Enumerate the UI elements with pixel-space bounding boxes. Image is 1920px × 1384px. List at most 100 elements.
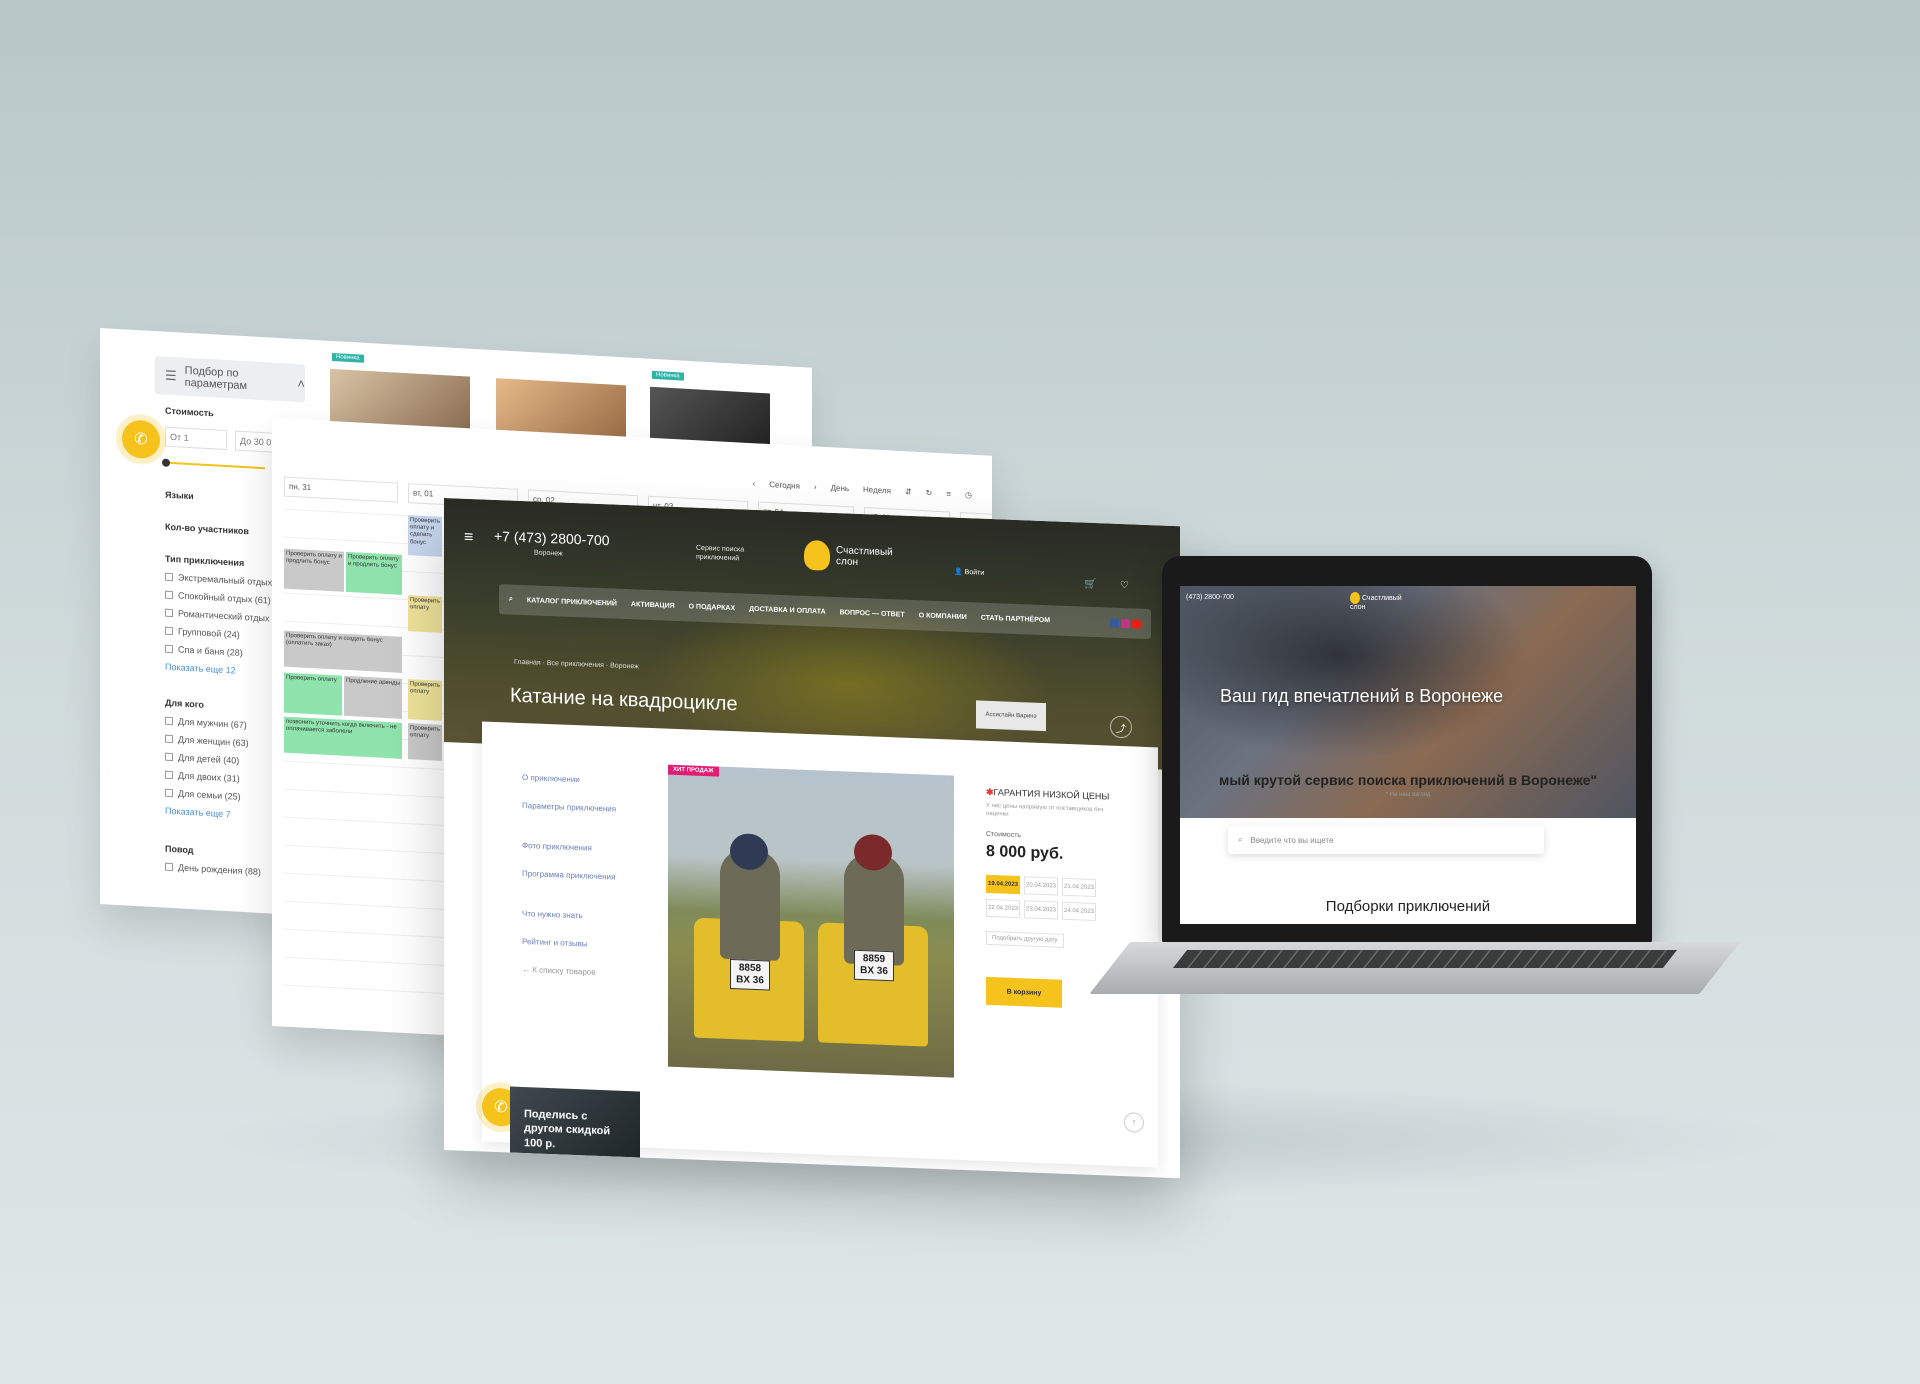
calendar-event[interactable]: Проверить оплату и сделать бонус bbox=[408, 515, 442, 557]
facebook-icon[interactable] bbox=[1110, 618, 1119, 628]
sidebar-item-about[interactable]: О приключении bbox=[522, 773, 622, 788]
type-checkbox[interactable]: Групповой (24) bbox=[165, 626, 240, 640]
pick-date-button[interactable]: Подобрать другую дату bbox=[986, 930, 1064, 948]
sort-icon[interactable]: ⇵ bbox=[905, 487, 912, 496]
week-view-button[interactable]: Неделя bbox=[863, 485, 891, 495]
type-checkbox[interactable]: Спокойный отдых (61) bbox=[165, 590, 271, 606]
next-icon[interactable]: › bbox=[814, 482, 817, 491]
share-icon[interactable]: ⤴ bbox=[1110, 715, 1132, 739]
calendar-event[interactable]: Проверить оплату bbox=[408, 723, 442, 761]
nav-faq[interactable]: ВОПРОС — ОТВЕТ bbox=[840, 609, 905, 618]
secondary-button[interactable]: Ассистайн Варинэ bbox=[976, 700, 1046, 732]
product-page: ≡ +7 (473) 2800-700 Воронеж Сервис поиск… bbox=[444, 498, 1180, 1179]
referral-promo[interactable]: Поделись с другом скидкой 100 р. bbox=[510, 1086, 640, 1158]
site-logo[interactable]: Счастливый слон bbox=[804, 539, 906, 574]
show-more-types-link[interactable]: Показать еще 12 bbox=[165, 662, 236, 676]
type-checkbox[interactable]: Спа и баня (28) bbox=[165, 644, 243, 658]
for-whom-checkbox[interactable]: Для детей (40) bbox=[165, 752, 239, 766]
calendar-event[interactable]: Проверить оплату bbox=[408, 679, 442, 721]
nav-gifts[interactable]: О ПОДАРКАХ bbox=[689, 603, 735, 612]
calendar-event[interactable]: Проверить оплату и продлить бонус bbox=[346, 551, 402, 595]
list-icon[interactable]: ≡ bbox=[946, 489, 951, 498]
sidebar-item-photo[interactable]: Фото приключения bbox=[522, 841, 622, 856]
laptop-note: * На наш взгляд bbox=[1385, 792, 1431, 798]
for-whom-checkbox[interactable]: Для мужчин (67) bbox=[165, 716, 247, 730]
clock-icon[interactable]: ◷ bbox=[965, 490, 972, 499]
calendar-toolbar: ‹ Сегодня › День Неделя ⇵ ↻ ≡ ◷ bbox=[753, 479, 972, 500]
calendar-event[interactable]: Проверить оплату bbox=[408, 595, 442, 633]
service-tagline: Сервис поиска приключений bbox=[696, 544, 745, 563]
calendar-event[interactable]: Продление аренды bbox=[344, 675, 402, 719]
date-option[interactable]: 20.04.2023 bbox=[1024, 876, 1058, 896]
login-link[interactable]: 👤 Войти bbox=[954, 568, 984, 577]
filter-header-label: Подбор по параметрам bbox=[184, 364, 248, 393]
laptop-screen: (473) 2800-700 Счастливый слон Ваш гид в… bbox=[1180, 586, 1636, 924]
nav-activation[interactable]: АКТИВАЦИЯ bbox=[631, 601, 675, 610]
refresh-icon[interactable]: ↻ bbox=[926, 488, 933, 497]
date-option-selected[interactable]: 19.04.2023 bbox=[986, 874, 1020, 895]
cart-icon[interactable]: 🛒 bbox=[1084, 579, 1096, 590]
scroll-top-icon[interactable]: ↑ bbox=[1124, 1112, 1144, 1133]
for-whom-checkbox[interactable]: Для женщин (63) bbox=[165, 734, 249, 748]
nav-about[interactable]: О КОМПАНИИ bbox=[919, 612, 967, 621]
laptop-keyboard bbox=[1172, 950, 1678, 968]
date-option[interactable]: 24.04.2023 bbox=[1062, 901, 1096, 922]
cost-slider[interactable] bbox=[165, 461, 265, 470]
favorite-icon[interactable]: ♡ bbox=[942, 779, 950, 790]
sliders-icon: ☰ bbox=[165, 367, 177, 384]
sidebar-item-know[interactable]: Что нужно знать bbox=[522, 909, 622, 924]
show-more-for-whom-link[interactable]: Показать еще 7 bbox=[165, 806, 231, 820]
today-button[interactable]: Сегодня bbox=[769, 480, 800, 491]
city-selector[interactable]: Воронеж bbox=[534, 549, 563, 557]
new-badge: Новинка bbox=[332, 352, 364, 363]
user-icon: 👤 bbox=[954, 568, 965, 577]
phone-icon: ✆ bbox=[494, 1098, 508, 1117]
laptop-search-bar[interactable]: ⌕ Введите что вы ищете bbox=[1228, 826, 1544, 854]
date-option[interactable]: 22.04.2023 bbox=[986, 898, 1020, 919]
guarantee-subtitle: У нас цены напрямую от поставщиков без н… bbox=[986, 802, 1104, 818]
laptop-hero-title: Ваш гид впечатлений в Воронеже bbox=[1220, 686, 1504, 706]
calendar-event[interactable]: Проверить оплату и создать бонус (оплати… bbox=[284, 630, 402, 673]
type-checkbox[interactable]: Экстремальный отдых bbox=[165, 572, 272, 588]
sidebar-item-params[interactable]: Параметры приключения bbox=[522, 801, 622, 816]
product-price: 8 000 руб. bbox=[986, 842, 1064, 863]
date-option[interactable]: 21.04.2023 bbox=[1062, 877, 1096, 898]
social-links bbox=[1110, 618, 1141, 629]
heart-icon[interactable]: ♡ bbox=[1120, 580, 1129, 591]
sidebar-item-program[interactable]: Программа приключения bbox=[522, 869, 622, 884]
youtube-icon[interactable] bbox=[1132, 618, 1141, 629]
phone-call-button[interactable]: ✆ bbox=[122, 419, 160, 460]
menu-icon[interactable]: ≡ bbox=[464, 529, 473, 547]
calendar-event[interactable]: Проверить оплату и продлить бонус bbox=[284, 548, 344, 592]
filter-header[interactable]: ☰ Подбор по параметрам ˄ bbox=[155, 356, 305, 403]
nav-partner[interactable]: СТАТЬ ПАРТНЁРОМ bbox=[981, 614, 1050, 624]
asterisk-icon: ✱ bbox=[986, 786, 994, 798]
instagram-icon[interactable] bbox=[1121, 618, 1130, 628]
laptop-logo[interactable]: Счастливый слон bbox=[1350, 592, 1410, 611]
calendar-event[interactable]: позвонить уточнить когда включить - не о… bbox=[284, 716, 402, 759]
for-whom-checkbox[interactable]: Для семьи (25) bbox=[165, 788, 241, 802]
laptop-phone[interactable]: (473) 2800-700 bbox=[1186, 594, 1234, 601]
nav-catalog[interactable]: КАТАЛОГ ПРИКЛЮЧЕНИЙ bbox=[527, 597, 617, 607]
nav-delivery[interactable]: ДОСТАВКА И ОПЛАТА bbox=[749, 605, 826, 615]
search-icon[interactable]: ⌕ bbox=[509, 595, 513, 603]
back-to-list-link[interactable]: ← К списку товаров bbox=[522, 965, 622, 980]
laptop-subtitle: мый крутой сервис поиска приключений в В… bbox=[1218, 772, 1598, 788]
prev-icon[interactable]: ‹ bbox=[753, 479, 756, 488]
license-plate: 8858 BX 36 bbox=[730, 958, 770, 991]
day-view-button[interactable]: День bbox=[831, 483, 849, 493]
price-label: Стоимость bbox=[986, 830, 1022, 840]
license-plate: 8859 BX 36 bbox=[854, 949, 894, 982]
for-whom-label: Для кого bbox=[165, 697, 204, 710]
date-option[interactable]: 23.04.2023 bbox=[1024, 900, 1058, 920]
calendar-day[interactable]: пн, 31 bbox=[284, 476, 398, 503]
for-whom-checkbox[interactable]: Для двоих (31) bbox=[165, 770, 240, 784]
cost-from-input[interactable] bbox=[165, 426, 227, 451]
sidebar-item-reviews[interactable]: Рейтинг и отзывы bbox=[522, 937, 622, 952]
add-to-cart-button[interactable]: В корзину bbox=[986, 976, 1062, 1008]
occasion-checkbox[interactable]: День рождения (88) bbox=[165, 862, 261, 877]
type-checkbox[interactable]: Романтический отдых bbox=[165, 608, 269, 623]
calendar-event[interactable]: Проверить оплату bbox=[284, 672, 342, 716]
laptop: (473) 2800-700 Счастливый слон Ваш гид в… bbox=[1162, 556, 1652, 944]
product-photo[interactable]: 8858 BX 36 8859 BX 36 ХИТ ПРОДАЖ ♡ bbox=[668, 764, 954, 1078]
